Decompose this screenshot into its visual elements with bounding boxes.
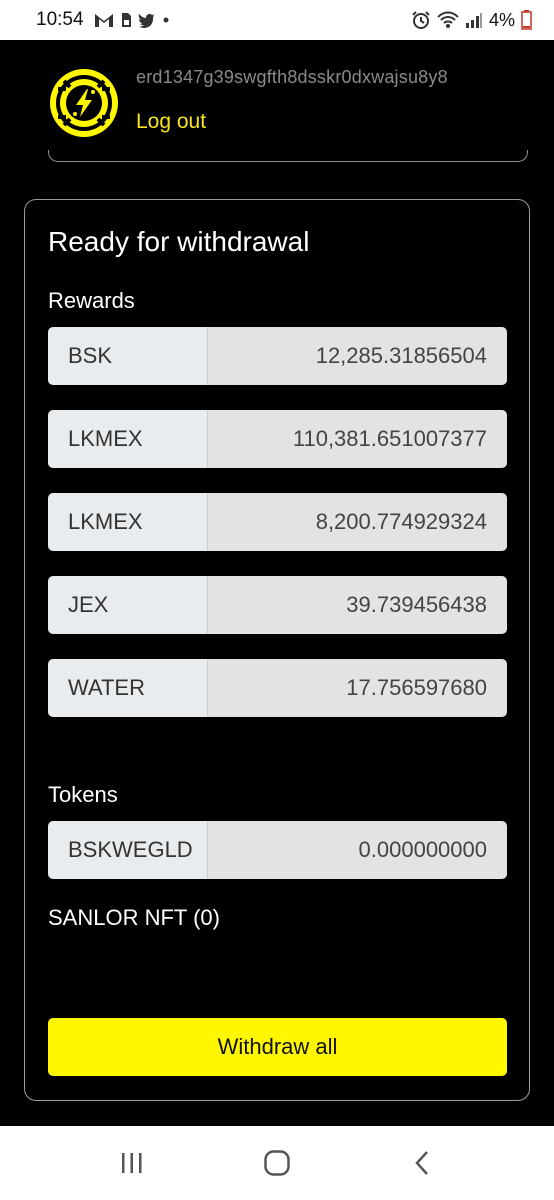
withdraw-all-button[interactable]: Withdraw all [48,1018,507,1076]
reward-row: BSK 12,285.31856504 [48,327,507,385]
reward-amount: 39.739456438 [208,576,507,634]
reward-row: JEX 39.739456438 [48,576,507,634]
reward-amount: 8,200.774929324 [208,493,507,551]
status-bar: 10:54 4% [0,0,554,40]
header-divider [48,150,528,162]
app-header: erd1347g39swgfth8dsskr0dxwajsu8y8 Log ou… [0,40,554,160]
nft-count-label: SANLOR NFT (0) [48,905,220,930]
reward-symbol: JEX [48,576,208,634]
battery-percent: 4% [488,9,515,30]
signal-icon [465,11,483,29]
sim-icon [120,12,132,28]
rewards-label: Rewards [48,288,135,313]
tokens-label: Tokens [48,782,118,807]
dot-icon [162,16,170,24]
token-amount: 0.000000000 [208,821,507,879]
reward-amount: 17.756597680 [208,659,507,717]
recent-apps-button[interactable] [107,1138,157,1188]
battery-icon [521,10,532,30]
home-button[interactable] [252,1138,302,1188]
gmail-icon [94,12,114,28]
reward-amount: 12,285.31856504 [208,327,507,385]
token-symbol: BSKWEGLD [48,821,208,879]
reward-row: LKMEX 8,200.774929324 [48,493,507,551]
lightning-logo-icon [50,69,118,137]
reward-row: LKMEX 110,381.651007377 [48,410,507,468]
logout-link[interactable]: Log out [136,110,206,134]
status-right: 4% [411,10,532,31]
reward-symbol: WATER [48,659,208,717]
reward-row: WATER 17.756597680 [48,659,507,717]
wifi-icon [437,11,459,29]
alarm-icon [411,10,431,30]
wallet-address: erd1347g39swgfth8dsskr0dxwajsu8y8 [136,67,448,87]
back-button[interactable] [397,1138,447,1188]
card-title: Ready for withdrawal [48,226,310,257]
reward-symbol: LKMEX [48,410,208,468]
app-logo [48,67,120,139]
status-time: 10:54 [36,9,84,30]
reward-symbol: BSK [48,327,208,385]
recent-apps-icon [122,1153,142,1173]
back-icon [414,1151,428,1175]
home-icon [264,1150,290,1176]
token-row: BSKWEGLD 0.000000000 [48,821,507,879]
reward-amount: 110,381.651007377 [208,410,507,468]
status-left: 10:54 [36,9,170,31]
reward-symbol: LKMEX [48,493,208,551]
twitter-icon [137,13,156,28]
withdrawal-card: Ready for withdrawal Rewards BSK 12,285.… [24,199,530,1101]
navigation-bar [0,1126,554,1200]
